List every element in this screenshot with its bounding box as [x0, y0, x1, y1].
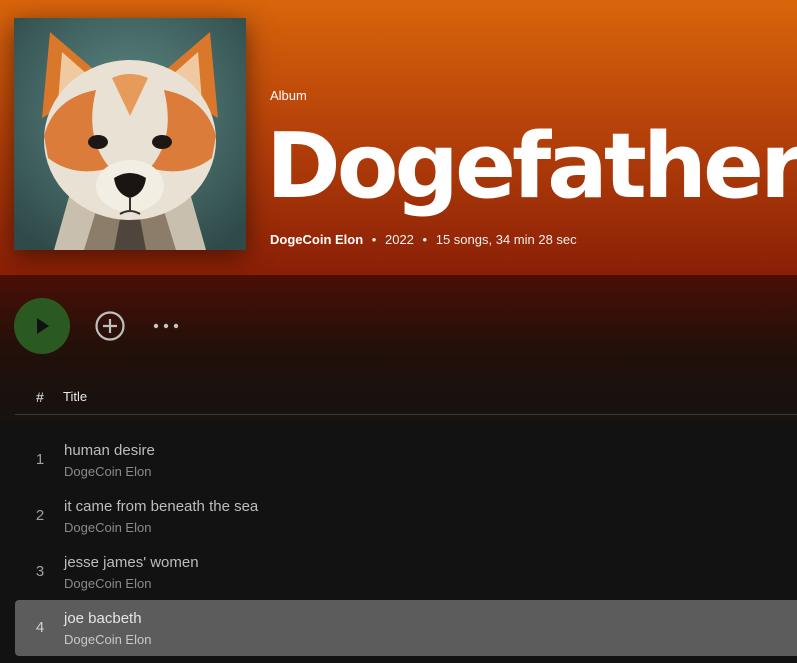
album-year: 2022 — [384, 232, 414, 247]
track-title[interactable]: it came from beneath the sea — [64, 498, 258, 515]
play-button[interactable] — [14, 298, 70, 354]
column-number-header: # — [36, 389, 44, 405]
add-to-library-button[interactable] — [94, 310, 126, 342]
track-table-header: # Title — [15, 380, 797, 415]
more-dots-icon — [153, 323, 179, 329]
song-count: 15 songs, — [435, 232, 493, 247]
artist-link[interactable]: DogeCoin Elon — [270, 232, 363, 247]
track-title[interactable]: human desire — [64, 442, 155, 459]
track-row[interactable]: 3 jesse james' women DogeCoin Elon — [15, 544, 797, 600]
track-title[interactable]: joe bacbeth — [64, 610, 142, 627]
track-row-highlighted[interactable]: 4 joe bacbeth DogeCoin Elon — [15, 600, 797, 656]
album-type-label: Album — [270, 88, 307, 103]
shiba-dog-artwork — [14, 18, 246, 250]
more-options-button[interactable] — [150, 316, 182, 336]
album-page: Album Dogefather DogeCoin Elon • 2022 • … — [0, 0, 797, 663]
track-artist[interactable]: DogeCoin Elon — [64, 576, 151, 591]
track-row[interactable]: 2 it came from beneath the sea DogeCoin … — [15, 488, 797, 544]
album-cover — [14, 18, 246, 250]
album-title: Dogefather — [266, 114, 797, 219]
track-number: 4 — [35, 619, 45, 636]
album-header: Album Dogefather DogeCoin Elon • 2022 • … — [0, 0, 797, 275]
play-icon — [37, 318, 49, 334]
track-artist[interactable]: DogeCoin Elon — [64, 632, 151, 647]
column-title-header[interactable]: Title — [63, 389, 87, 404]
track-artist[interactable]: DogeCoin Elon — [64, 464, 151, 479]
track-artist[interactable]: DogeCoin Elon — [64, 520, 151, 535]
album-duration: 34 min 28 sec — [495, 232, 577, 247]
meta-separator: • — [371, 232, 377, 247]
track-number: 3 — [35, 563, 45, 580]
plus-circle-icon — [95, 311, 125, 341]
track-title[interactable]: jesse james' women — [64, 554, 199, 571]
track-number: 1 — [35, 451, 45, 468]
track-number: 2 — [35, 507, 45, 524]
meta-separator: • — [422, 232, 428, 247]
track-row[interactable]: 1 human desire DogeCoin Elon — [15, 432, 797, 488]
track-list: 1 human desire DogeCoin Elon 2 it came f… — [15, 432, 797, 656]
album-meta: DogeCoin Elon • 2022 • 15 songs, 34 min … — [270, 232, 577, 247]
